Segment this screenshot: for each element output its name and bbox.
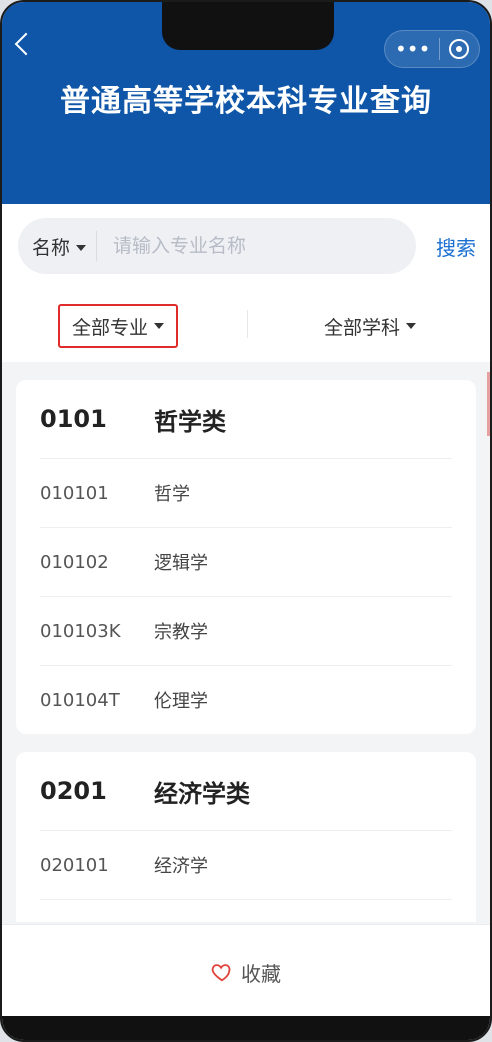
- major-name: 逻辑学: [154, 553, 208, 574]
- more-dots-icon[interactable]: •••: [395, 39, 430, 59]
- chevron-left-icon[interactable]: [14, 32, 38, 56]
- category-name: 哲学类: [154, 407, 226, 436]
- major-code: 010104T: [40, 689, 120, 711]
- phone-frame: ••• 普通高等学校本科专业查询 名称 搜索 全部专业 全部学科 0101 哲学…: [0, 0, 492, 1042]
- filter-divider: [247, 310, 248, 338]
- major-name: 伦理学: [154, 691, 208, 712]
- app-header: ••• 普通高等学校本科专业查询: [2, 2, 490, 204]
- category-code: 0101: [40, 405, 107, 433]
- search-button[interactable]: 搜索: [436, 232, 476, 261]
- major-code: 010102: [40, 551, 109, 573]
- major-code: 020101: [40, 854, 109, 876]
- major-name: 哲学: [154, 484, 190, 505]
- filter-subject-label: 全部学科: [324, 316, 401, 339]
- category-name: 经济学类: [154, 779, 250, 808]
- bottom-bar: 收藏: [2, 924, 490, 1019]
- list-item[interactable]: 010101 哲学: [40, 459, 452, 528]
- list-item[interactable]: [40, 900, 452, 922]
- favorite-label: 收藏: [241, 961, 281, 986]
- filter-subject-dropdown[interactable]: 全部学科: [324, 304, 417, 348]
- scroll-indicator: [487, 372, 490, 436]
- device-home-bar: [2, 1016, 490, 1040]
- filter-major-label: 全部专业: [72, 316, 149, 339]
- page-title: 普通高等学校本科专业查询: [60, 84, 432, 119]
- search-input[interactable]: [111, 234, 402, 258]
- category-header: 0101 哲学类: [40, 380, 452, 459]
- search-divider: [96, 231, 98, 261]
- heart-icon: [211, 964, 231, 982]
- mini-program-capsule: •••: [384, 30, 480, 68]
- favorite-button[interactable]: 收藏: [211, 958, 281, 987]
- search-bar: 名称 搜索: [2, 204, 490, 288]
- category-card: 0101 哲学类 010101 哲学 010102 逻辑学 010103K 宗教学 0…: [16, 380, 476, 734]
- list-item[interactable]: 010104T 伦理学: [40, 666, 452, 734]
- search-pill: 名称: [18, 218, 416, 274]
- filter-major-dropdown[interactable]: 全部专业: [58, 304, 179, 348]
- triangle-down-icon: [76, 245, 87, 251]
- triangle-down-icon: [406, 323, 417, 329]
- device-notch: [162, 2, 334, 50]
- target-close-icon[interactable]: [448, 39, 469, 59]
- triangle-down-icon: [154, 323, 165, 329]
- major-code: 010101: [40, 482, 109, 504]
- major-list[interactable]: 0101 哲学类 010101 哲学 010102 逻辑学 010103K 宗教学 0…: [2, 362, 490, 922]
- list-item[interactable]: 020101 经济学: [40, 831, 452, 900]
- major-code: 010103K: [40, 620, 121, 642]
- search-type-dropdown[interactable]: 名称: [32, 233, 87, 260]
- filter-bar: 全部专业 全部学科: [2, 288, 490, 362]
- major-name: 经济学: [154, 856, 208, 877]
- list-item[interactable]: 010103K 宗教学: [40, 597, 452, 666]
- category-code: 0201: [40, 777, 107, 805]
- list-item[interactable]: 010102 逻辑学: [40, 528, 452, 597]
- category-card: 0201 经济学类 020101 经济学: [16, 752, 476, 922]
- major-name: 宗教学: [154, 622, 208, 643]
- category-header: 0201 经济学类: [40, 752, 452, 831]
- search-type-label: 名称: [32, 236, 71, 259]
- capsule-divider: [439, 38, 441, 60]
